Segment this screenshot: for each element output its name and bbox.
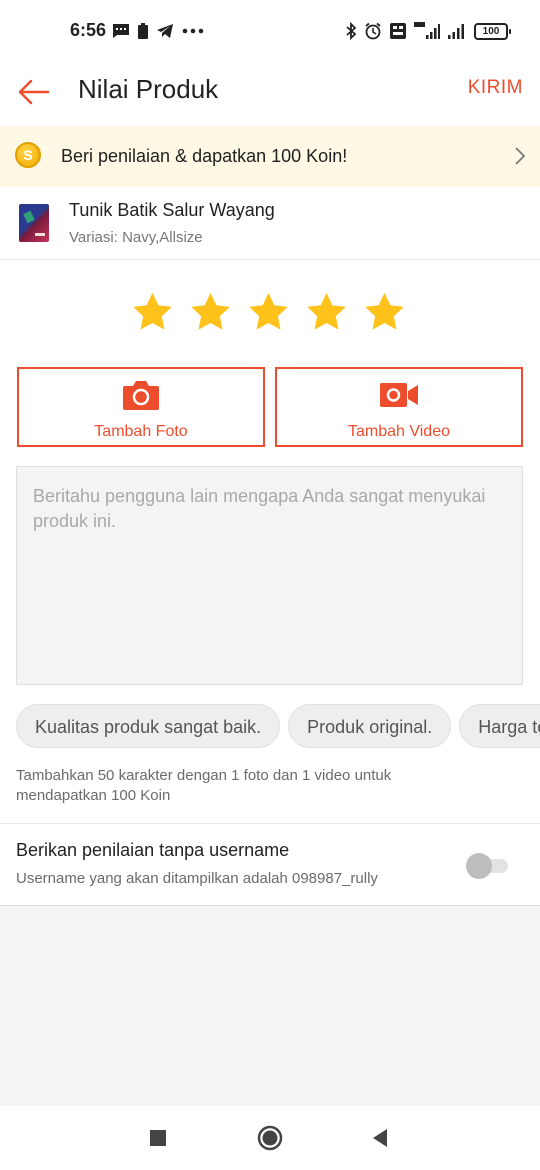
- status-left-icons: [112, 20, 204, 42]
- status-bar: 6:56 100: [0, 0, 540, 60]
- signal-icon: [448, 24, 464, 39]
- more-dots-icon: [182, 28, 204, 34]
- add-photo-button[interactable]: Tambah Foto: [17, 367, 265, 447]
- battery-icon: 100: [474, 22, 511, 40]
- star-icon[interactable]: [130, 290, 175, 335]
- add-video-button[interactable]: Tambah Video: [275, 367, 523, 447]
- recents-square-icon[interactable]: [144, 1124, 172, 1152]
- suggestion-chip[interactable]: Harga terjangkau.: [459, 704, 540, 748]
- message-icon: [113, 24, 129, 38]
- coin-banner-text: Beri penilaian & dapatkan 100 Koin!: [61, 146, 348, 166]
- camera-icon: [123, 381, 159, 410]
- star-icon[interactable]: [188, 290, 233, 335]
- anonymous-review-title: Berikan penilaian tanpa username: [16, 840, 290, 860]
- star-icon[interactable]: [362, 290, 407, 335]
- product-row: Tunik Batik Salur Wayang Variasi: Navy,A…: [0, 187, 540, 260]
- coin-icon: S: [15, 142, 41, 168]
- home-circle-icon[interactable]: [256, 1124, 284, 1152]
- volte-icon: [390, 23, 406, 39]
- bluetooth-icon: [346, 22, 357, 40]
- video-camera-icon: [380, 383, 418, 407]
- review-input[interactable]: [16, 466, 523, 685]
- alarm-icon: [365, 22, 381, 40]
- arrow-left-icon: [18, 79, 50, 105]
- battery-saver-icon: [138, 23, 148, 39]
- toggle-knob: [466, 853, 492, 879]
- star-icon[interactable]: [304, 290, 349, 335]
- product-name: Tunik Batik Salur Wayang: [69, 200, 275, 220]
- status-right-icons: 100: [345, 20, 511, 42]
- product-thumbnail: [19, 204, 49, 242]
- anonymous-review-subtitle: Username yang akan ditampilkan adalah 09…: [16, 870, 378, 887]
- coin-hint-text: Tambahkan 50 karakter dengan 1 foto dan …: [16, 767, 392, 804]
- battery-level: 100: [482, 25, 500, 37]
- suggestion-chip[interactable]: Produk original.: [288, 704, 452, 748]
- back-button[interactable]: [14, 72, 54, 112]
- product-variant: Variasi: Navy,Allsize: [69, 229, 203, 246]
- app-bar: Nilai Produk KIRIM: [0, 60, 540, 126]
- system-nav-bar: [0, 1106, 540, 1170]
- anonymous-toggle[interactable]: [466, 853, 510, 879]
- star-rating[interactable]: [130, 290, 407, 335]
- add-photo-label: Tambah Foto: [94, 423, 188, 440]
- divider: [0, 823, 540, 824]
- page-title: Nilai Produk: [78, 74, 219, 104]
- send-button[interactable]: KIRIM: [468, 77, 523, 99]
- star-icon[interactable]: [246, 290, 291, 335]
- coin-banner[interactable]: S Beri penilaian & dapatkan 100 Koin!: [0, 126, 540, 187]
- chevron-right-icon: [515, 147, 526, 165]
- back-triangle-icon[interactable]: [366, 1124, 394, 1152]
- signal-4g-icon: [414, 22, 440, 39]
- suggestion-chip[interactable]: Kualitas produk sangat baik.: [16, 704, 281, 748]
- status-time: 6:56: [70, 20, 107, 40]
- telegram-icon: [157, 24, 173, 38]
- suggestion-chips: Kualitas produk sangat baik. Produk origi…: [16, 704, 540, 748]
- add-video-label: Tambah Video: [348, 423, 450, 440]
- review-form: Tambah Foto Tambah Video Kualitas produk…: [0, 260, 540, 905]
- divider: [0, 905, 540, 906]
